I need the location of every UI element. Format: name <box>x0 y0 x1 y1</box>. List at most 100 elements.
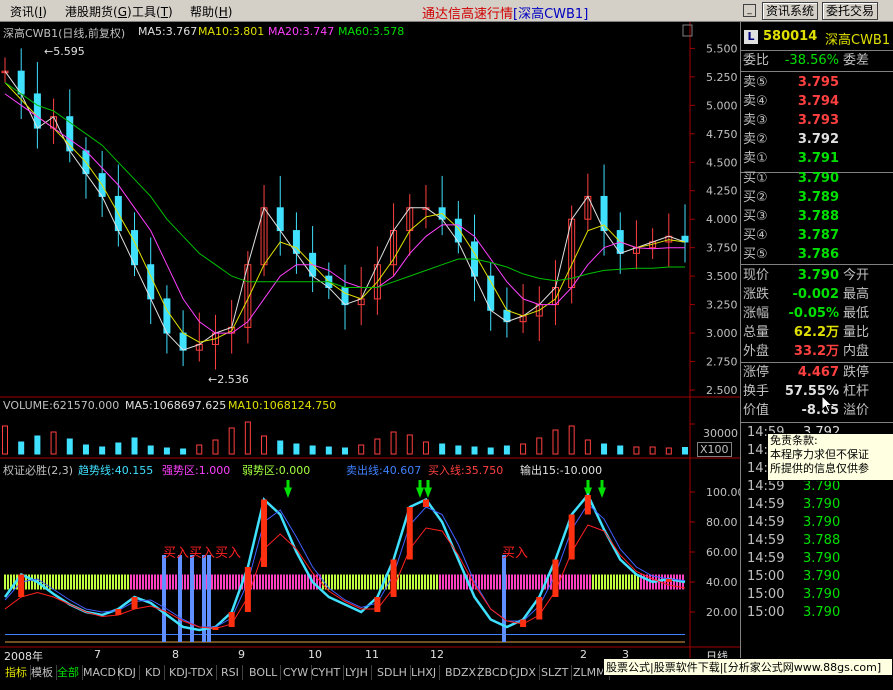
tab-slzt[interactable]: SLZT <box>538 665 573 680</box>
rising-block <box>261 499 268 567</box>
chart-area: 5.500 5.250 5.000 4.750 4.500 4.250 4.000 3.750… <box>0 22 740 663</box>
ask-row: 卖① 3.791 <box>743 150 891 168</box>
volume-bar <box>520 443 527 455</box>
menu-tools[interactable]: 工具(T) <box>132 3 173 20</box>
tab-rsi[interactable]: RSI <box>218 665 243 680</box>
tab-lyjh[interactable]: LYJH <box>342 665 372 680</box>
ask-row: 卖② 3.792 <box>743 131 891 149</box>
tab-kdj[interactable]: KDJ <box>114 665 140 680</box>
menu-bar: 资讯(I) 港股期货(G) 工具(T) 帮助(H) 通达信高速行情[深高CWB1… <box>0 0 893 22</box>
chart-close-icon[interactable] <box>682 24 693 37</box>
tick-price: 3.790 <box>803 497 841 512</box>
menu-info[interactable]: 资讯(I) <box>10 3 47 20</box>
tab-cjdx[interactable]: CJDX <box>506 665 540 680</box>
volume-bar <box>293 443 300 455</box>
minimize-icon[interactable]: _ <box>743 4 756 17</box>
buy-signal-bar <box>162 555 166 642</box>
ma60-readout: MA60:3.578 <box>338 25 405 38</box>
row-value: -0.05% <box>788 306 840 321</box>
tab-cyht[interactable]: CYHT <box>308 665 345 680</box>
row-label-2: 今开 <box>843 268 870 283</box>
rising-block <box>584 495 591 515</box>
volume-bar <box>617 445 624 455</box>
disclaimer-line-2: 所提供的信息仅供参 <box>770 462 869 475</box>
tab-boll[interactable]: BOLL <box>246 665 282 680</box>
divider <box>741 264 893 265</box>
row-value: 3.794 <box>797 94 839 109</box>
bid-row: 买⑤ 3.786 <box>743 246 891 264</box>
tick-price: 3.790 <box>803 605 841 620</box>
stat-row: 外盘 33.2万 内盘 <box>743 343 891 361</box>
tick-row: 15:00 3.790 <box>743 568 891 586</box>
tick-time: 14:59 <box>747 515 785 530</box>
row-label-2: 溢价 <box>843 403 870 418</box>
row-label: 涨停 <box>743 365 770 380</box>
bid-row: 买② 3.789 <box>743 189 891 207</box>
rising-block <box>18 574 25 597</box>
status-banner[interactable]: 股票公式|股票软件下载|[分析家公式网www.88gs.com] <box>603 658 893 676</box>
rising-block <box>552 559 559 597</box>
trend-readout: 趋势线:40.155 <box>78 464 154 477</box>
price-tick-label: 3.500 <box>706 270 738 283</box>
divider <box>741 362 893 363</box>
tick-price: 3.790 <box>803 569 841 584</box>
rising-block <box>212 627 219 630</box>
kline-chart-svg[interactable]: 5.500 5.250 5.000 4.750 4.500 4.250 4.000 3.750… <box>0 22 740 662</box>
tab-kd[interactable]: KD <box>142 665 165 680</box>
row-label-2: 内盘 <box>843 344 870 359</box>
stock-name: 深高CWB1 <box>825 33 891 48</box>
row-label-2: 最高 <box>843 287 870 302</box>
volume-bar <box>2 425 8 455</box>
tick-price: 3.790 <box>803 587 841 602</box>
volume-bar <box>422 441 429 455</box>
tab-lhxj[interactable]: LHXJ <box>408 665 441 680</box>
ma5-readout: MA5:3.767 <box>138 25 198 38</box>
main-chart-label: 深高CWB1(日线,前复权) <box>3 27 126 40</box>
warrant-row: 换手 57.55% 杠杆 <box>743 383 891 401</box>
volume-label: VOLUME:621570.000 <box>3 399 120 412</box>
price-tick-label: 3.000 <box>706 327 738 340</box>
time-label-4: 10 <box>308 648 322 661</box>
tab-指标[interactable]: 指标 <box>2 665 31 680</box>
row-value: 3.790 <box>797 268 839 283</box>
indicator-title: 权证必胜(2,3) <box>3 464 74 477</box>
row-label: 卖③ <box>743 113 768 128</box>
disclaimer-popup[interactable]: 免责条款: 本程序力求但不保证 所提供的信息仅供参 <box>767 433 893 481</box>
menu-hk-futures[interactable]: 港股期货(G) <box>65 3 132 20</box>
volume-bar <box>358 444 365 455</box>
buy-readout: 买入线:35.750 <box>428 464 504 477</box>
tick-row: 14:59 3.790 <box>743 496 891 514</box>
time-label-3: 9 <box>238 648 245 661</box>
disclaimer-line-1: 本程序力求但不保证 <box>770 448 869 461</box>
tab-kdj-tdx[interactable]: KDJ-TDX <box>166 665 218 680</box>
volume-bar <box>455 445 462 455</box>
volume-bar <box>18 441 25 455</box>
tick-time: 15:00 <box>747 605 785 620</box>
volume-bar <box>487 447 494 455</box>
quote-panel: L 580014 深高CWB1 委比 -38.56% 委差 卖⑤ 3.795 卖④ 3… <box>740 22 893 672</box>
tab-sdlh[interactable]: SDLH <box>374 665 411 680</box>
tick-time: 15:00 <box>747 587 785 602</box>
rising-block <box>520 619 527 627</box>
volume-bar <box>342 447 348 455</box>
menu-help[interactable]: 帮助(H) <box>190 3 232 20</box>
trade-button[interactable]: 委托交易 <box>822 2 879 20</box>
tab-模板[interactable]: 模板 <box>28 665 57 680</box>
time-label-6: 12 <box>430 648 444 661</box>
volume-bar <box>471 446 478 455</box>
info-system-button[interactable]: 资讯系统 <box>762 2 819 20</box>
time-label-7: 2 <box>580 648 587 661</box>
weak-readout: 弱势区:0.000 <box>242 464 311 477</box>
divider <box>741 71 893 72</box>
indicator-tick-label: 60.00 <box>706 546 738 559</box>
price-tick-label: 4.250 <box>706 185 738 198</box>
tab-全部[interactable]: 全部 <box>54 665 83 680</box>
stat-row: 现价 3.790 今开 <box>743 267 891 285</box>
high-marker: ←5.595 <box>44 45 85 58</box>
volume-bar <box>325 446 332 455</box>
volume-bar <box>649 446 656 455</box>
bid-row: 买① 3.790 <box>743 170 891 188</box>
tick-time: 14:59 <box>747 497 785 512</box>
time-label-5: 11 <box>365 648 379 661</box>
stat-row: 总量 62.2万 量比 <box>743 324 891 342</box>
